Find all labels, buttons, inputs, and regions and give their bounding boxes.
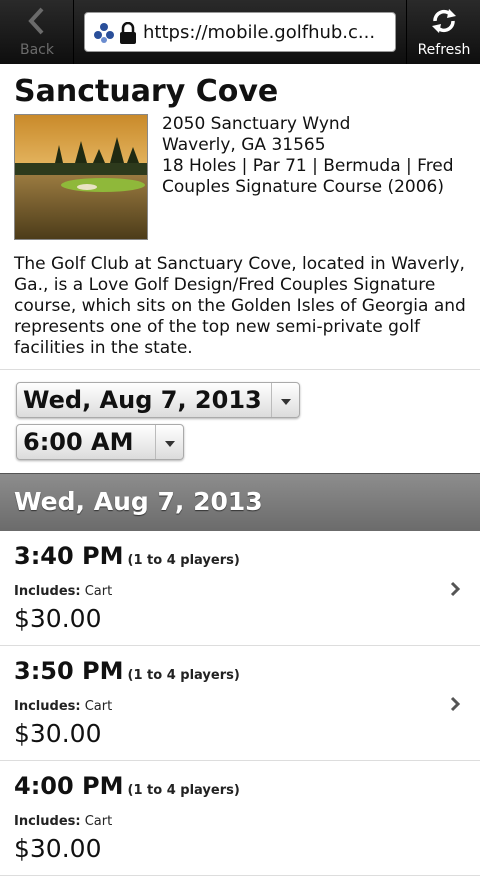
price: $30.00 bbox=[14, 604, 102, 633]
date-select-value: Wed, Aug 7, 2013 bbox=[23, 386, 262, 414]
includes-label: Includes: bbox=[14, 699, 81, 714]
course-info: 2050 Sanctuary Wynd Waverly, GA 31565 18… bbox=[162, 114, 472, 198]
chevron-down-icon bbox=[155, 425, 183, 459]
tee-time: 4:00 PM bbox=[14, 772, 124, 800]
includes-text: Includes: Cart bbox=[14, 814, 112, 829]
back-button[interactable]: Back bbox=[0, 0, 74, 64]
players-range: (1 to 4 players) bbox=[127, 668, 240, 683]
chevron-right-icon bbox=[450, 696, 461, 712]
site-favicon-icon bbox=[94, 23, 114, 43]
price: $30.00 bbox=[14, 834, 102, 863]
address-bar[interactable]: https://mobile.golfhub.c... bbox=[84, 12, 396, 52]
includes-value: Cart bbox=[84, 699, 113, 714]
browser-toolbar: Back https://mobile.golfhub.c... Refresh bbox=[0, 0, 480, 64]
refresh-icon bbox=[432, 9, 456, 33]
time-select[interactable]: 6:00 AM bbox=[16, 424, 184, 460]
date-section-header: Wed, Aug 7, 2013 bbox=[0, 473, 480, 531]
tee-time-item[interactable]: 3:40 PM (1 to 4 players) Includes: Cart $… bbox=[0, 532, 480, 646]
date-select[interactable]: Wed, Aug 7, 2013 bbox=[16, 382, 300, 418]
tee-time: 3:50 PM bbox=[14, 657, 124, 685]
address-line2: Waverly, GA 31565 bbox=[162, 135, 326, 155]
refresh-label: Refresh bbox=[417, 42, 471, 58]
includes-value: Cart bbox=[84, 814, 113, 829]
includes-text: Includes: Cart bbox=[14, 699, 112, 714]
time-select-value: 6:00 AM bbox=[23, 428, 134, 456]
chevron-right-icon bbox=[450, 581, 461, 597]
tee-time-item[interactable]: 3:50 PM (1 to 4 players) Includes: Cart $… bbox=[0, 647, 480, 761]
course-title: Sanctuary Cove bbox=[14, 74, 279, 109]
includes-label: Includes: bbox=[14, 584, 81, 599]
chevron-left-icon bbox=[28, 7, 44, 35]
refresh-button[interactable]: Refresh bbox=[406, 0, 480, 64]
course-photo bbox=[14, 114, 148, 240]
chevron-down-icon bbox=[271, 383, 299, 417]
address-line1: 2050 Sanctuary Wynd bbox=[162, 114, 351, 134]
tee-time-item[interactable]: 4:00 PM (1 to 4 players) Includes: Cart $… bbox=[0, 762, 480, 876]
includes-label: Includes: bbox=[14, 814, 81, 829]
players-range: (1 to 4 players) bbox=[127, 553, 240, 568]
includes-value: Cart bbox=[84, 584, 113, 599]
section-header-text: Wed, Aug 7, 2013 bbox=[14, 487, 263, 516]
players-range: (1 to 4 players) bbox=[127, 783, 240, 798]
url-text: https://mobile.golfhub.c... bbox=[143, 22, 376, 43]
divider bbox=[0, 369, 480, 370]
course-details: 18 Holes | Par 71 | Bermuda | Fred Coupl… bbox=[162, 156, 454, 197]
tee-time: 3:40 PM bbox=[14, 542, 124, 570]
price: $30.00 bbox=[14, 719, 102, 748]
lock-icon bbox=[120, 22, 136, 44]
includes-text: Includes: Cart bbox=[14, 584, 112, 599]
course-description: The Golf Club at Sanctuary Cove, located… bbox=[14, 254, 466, 358]
back-label: Back bbox=[20, 42, 54, 58]
